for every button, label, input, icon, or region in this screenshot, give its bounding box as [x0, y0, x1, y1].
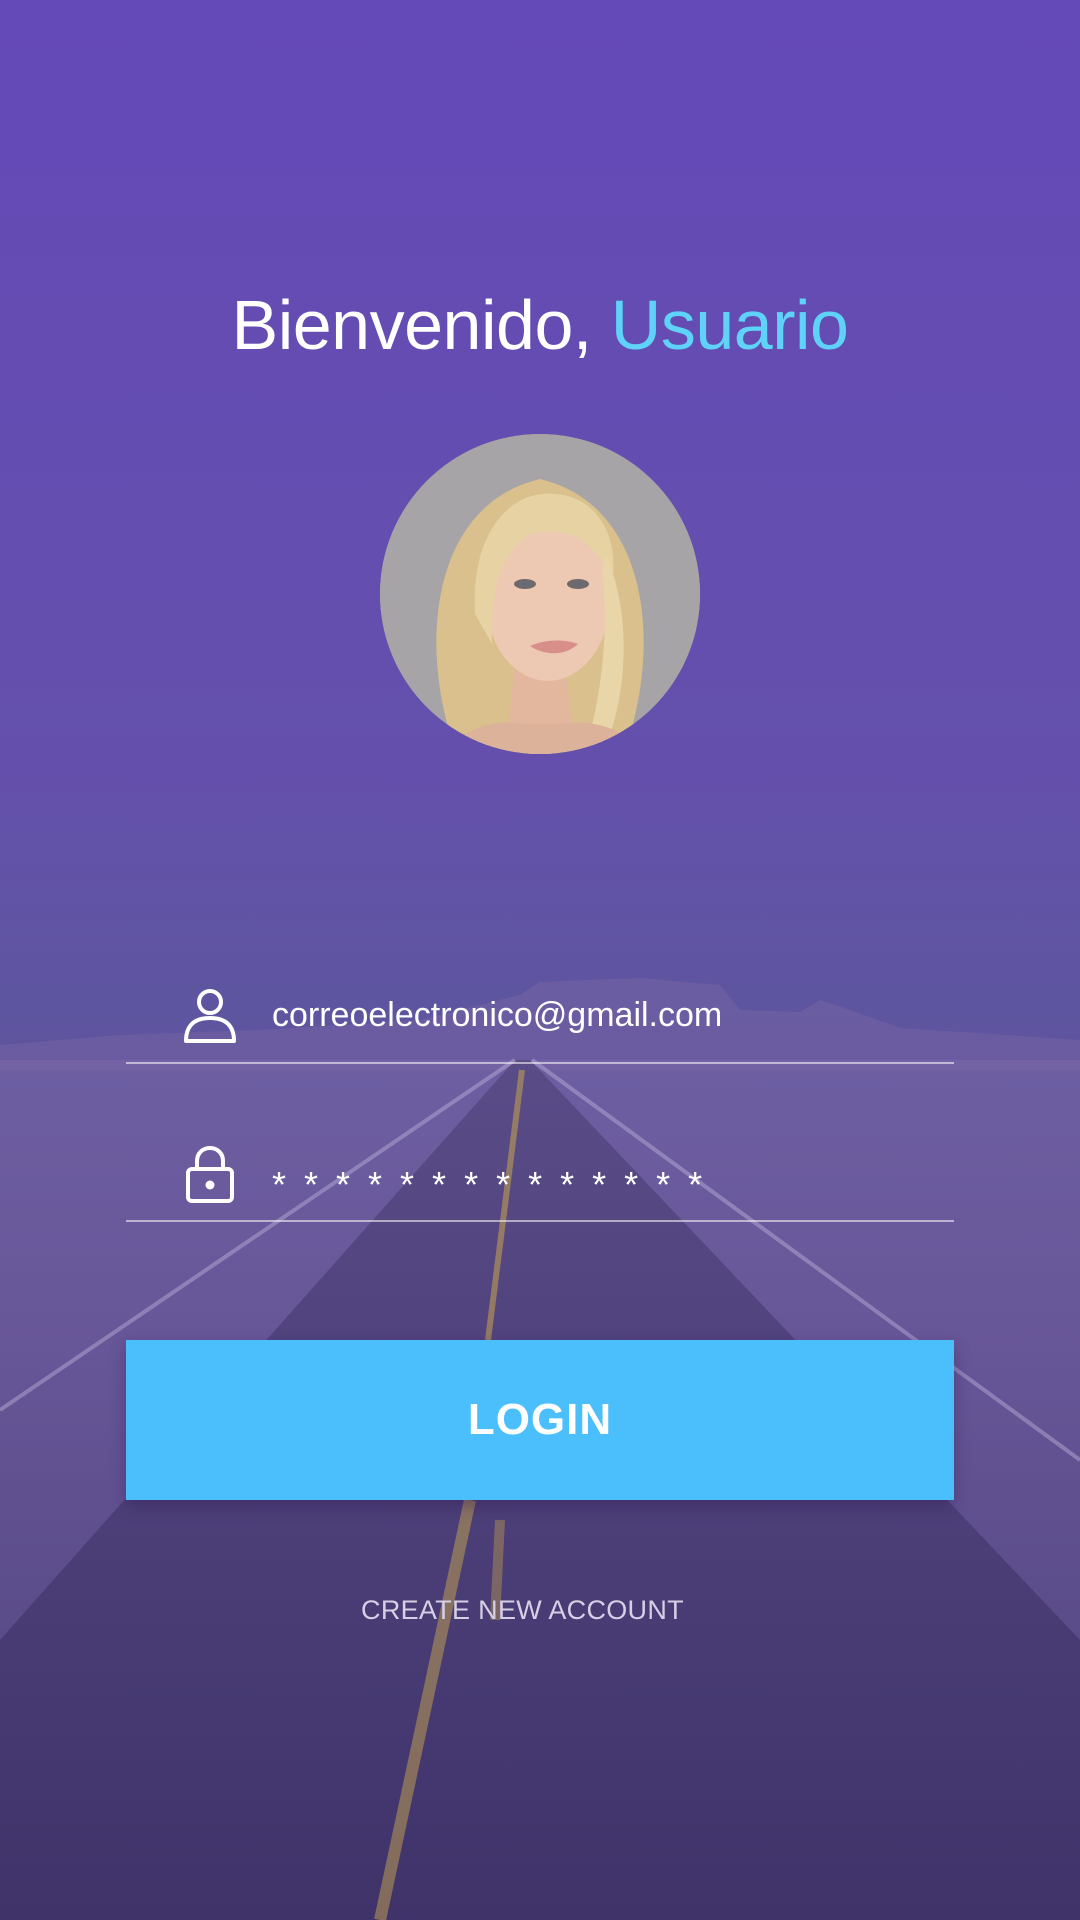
login-button[interactable]: LOGIN [126, 1340, 954, 1500]
welcome-user-name: Usuario [610, 286, 849, 364]
email-input-value[interactable]: correoelectronico@gmail.com [272, 990, 722, 1040]
password-input-value[interactable]: * * * * * * * * * * * * * * [272, 1160, 706, 1210]
user-icon [184, 989, 236, 1043]
welcome-greeting: Bienvenido, [231, 286, 593, 364]
create-account-link[interactable]: CREATE NEW ACCOUNT [0, 1595, 1045, 1626]
password-field[interactable]: * * * * * * * * * * * * * * [126, 1130, 954, 1222]
email-field[interactable]: correoelectronico@gmail.com [126, 972, 954, 1064]
lock-icon [186, 1145, 234, 1203]
welcome-heading: Bienvenido, Usuario [0, 285, 1080, 365]
login-screen: Bienvenido, Usuario correoelectronico@gm… [0, 0, 1080, 1920]
user-photo-icon [380, 434, 700, 754]
avatar [380, 434, 700, 754]
